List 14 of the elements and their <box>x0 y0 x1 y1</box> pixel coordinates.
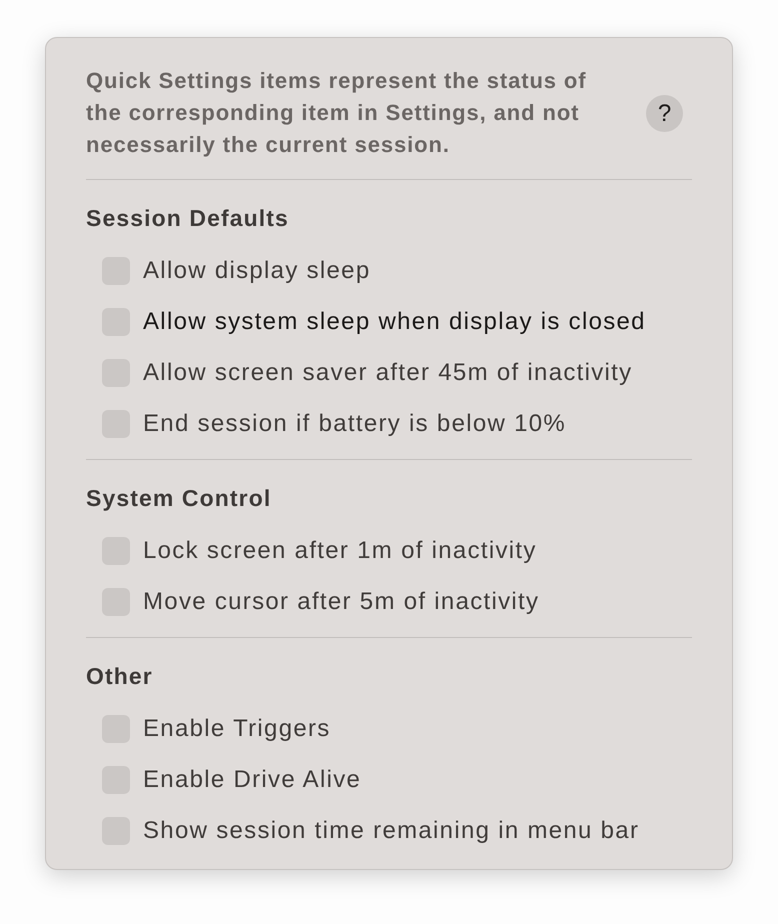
option-label[interactable]: Show session time remaining in menu bar <box>143 816 640 846</box>
option-label[interactable]: Allow screen saver after 45m of inactivity <box>143 358 632 388</box>
help-button[interactable]: ? <box>646 94 683 132</box>
option-label[interactable]: Enable Triggers <box>143 714 331 744</box>
option-label[interactable]: Lock screen after 1m of inactivity <box>143 536 537 566</box>
option-label[interactable]: End session if battery is below 10% <box>143 408 566 438</box>
section-heading: System Control <box>86 484 272 513</box>
section-heading: Session Defaults <box>86 204 290 233</box>
option-label[interactable]: Allow display sleep <box>143 256 370 286</box>
intro-text: Quick Settings items represent the status of the corresponding item in Settings, and not necessarily the current session. <box>86 67 588 159</box>
option-label[interactable]: Move cursor after 5m of inactivity <box>143 586 540 616</box>
option-label[interactable]: Enable Drive Alive <box>143 764 362 794</box>
section-heading: Other <box>86 662 154 691</box>
option-label[interactable]: Allow system sleep when display is closed <box>143 306 646 336</box>
